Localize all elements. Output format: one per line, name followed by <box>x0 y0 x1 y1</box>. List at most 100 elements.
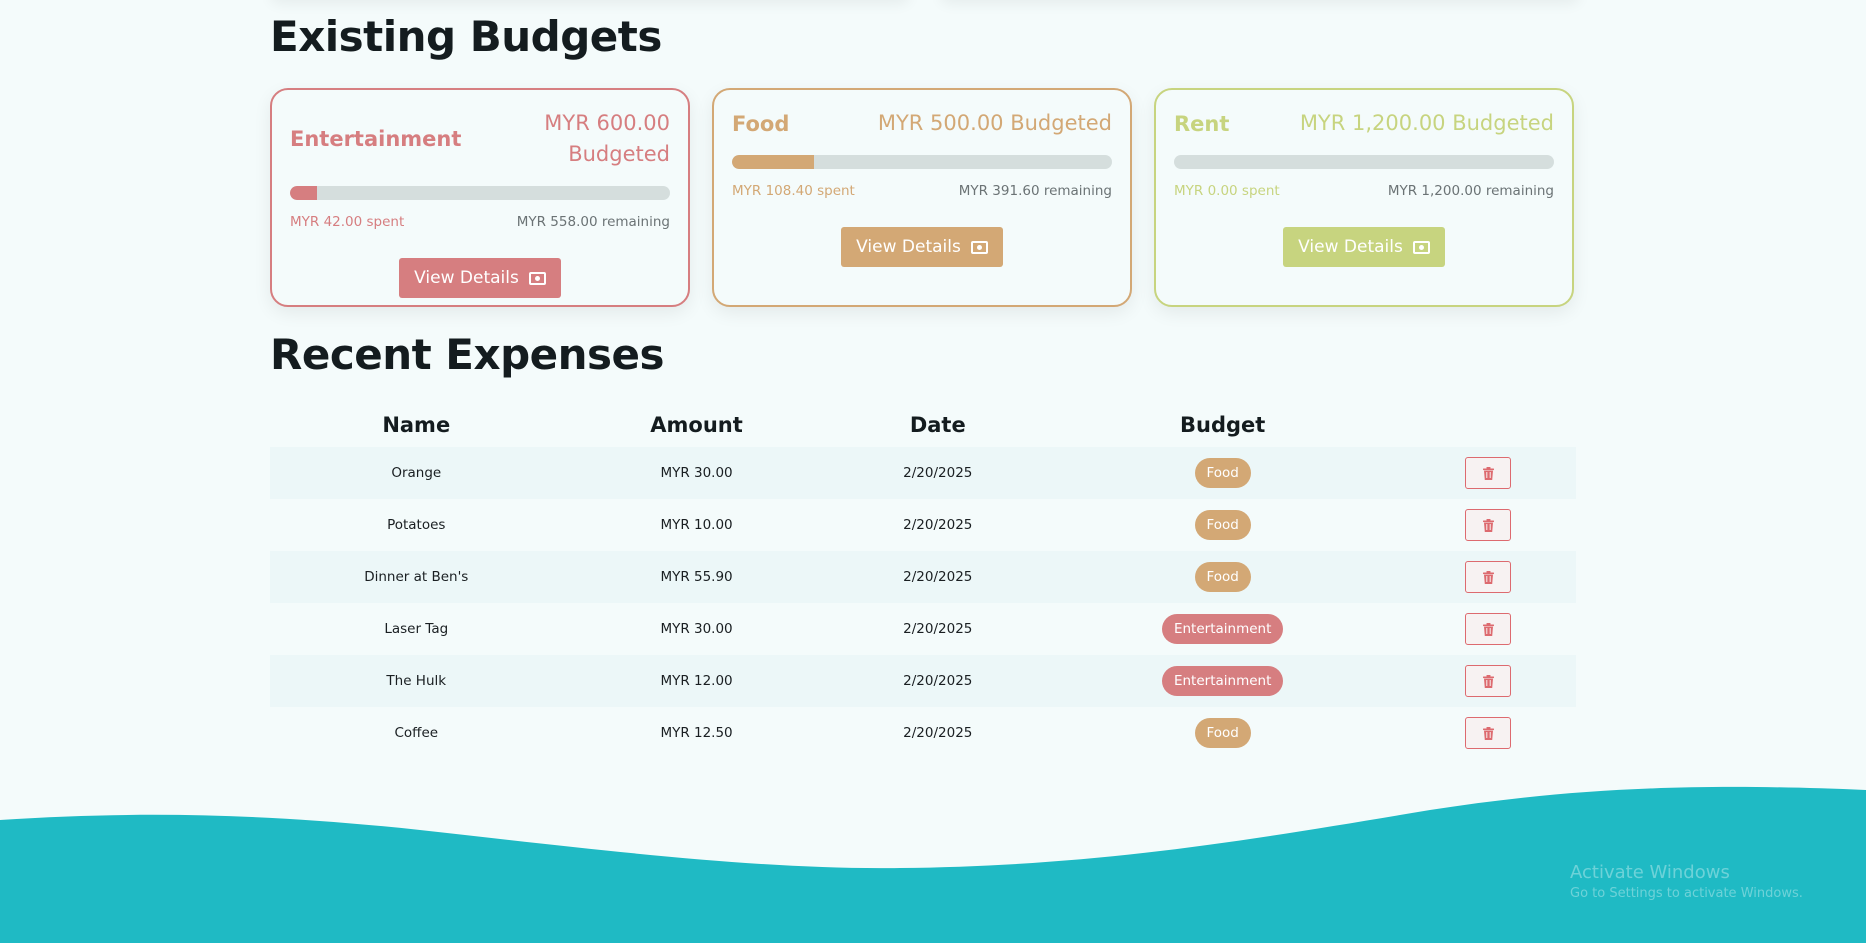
budget-name: Rent <box>1174 111 1230 136</box>
budget-card-header: Entertainment MYR 600.00 Budgeted <box>290 108 670 170</box>
expenses-section-title: Recent Expenses <box>270 330 665 379</box>
expense-budget-cell: Food <box>1044 551 1401 603</box>
expense-name: Laser Tag <box>270 603 563 655</box>
expense-amount: MYR 10.00 <box>562 499 831 551</box>
expenses-table: Name Amount Date Budget Orange MYR 30.00 2… <box>270 403 1576 759</box>
watermark-subtitle: Go to Settings to activate Windows. <box>1570 886 1803 901</box>
expense-budget-cell: Entertainment <box>1044 655 1401 707</box>
expense-action-cell <box>1400 655 1576 707</box>
trash-icon <box>1482 570 1494 584</box>
trash-icon <box>1482 674 1494 688</box>
watermark-title: Activate Windows <box>1570 862 1730 883</box>
expense-date: 2/20/2025 <box>830 603 1045 655</box>
trash-icon <box>1482 622 1494 636</box>
column-header-amount: Amount <box>650 413 743 437</box>
expense-name: Potatoes <box>270 499 563 551</box>
budget-spent: MYR 0.00 spent <box>1174 183 1280 199</box>
column-header-date: Date <box>909 413 966 437</box>
table-row: Orange MYR 30.00 2/20/2025 Food <box>270 447 1576 499</box>
budget-name: Entertainment <box>290 127 462 151</box>
budget-badge[interactable]: Entertainment <box>1161 614 1284 644</box>
cash-icon <box>1412 240 1430 254</box>
expense-budget-cell: Entertainment <box>1044 603 1401 655</box>
footer-wave <box>0 786 1866 943</box>
delete-expense-button[interactable] <box>1465 457 1512 489</box>
budget-name: Food <box>732 111 790 136</box>
delete-expense-button[interactable] <box>1465 613 1512 645</box>
activate-windows-watermark: Activate Windows Go to Settings to activ… <box>1570 862 1803 901</box>
budget-badge[interactable]: Food <box>1194 510 1251 540</box>
expense-action-cell <box>1400 499 1576 551</box>
budget-progress-bar <box>290 186 670 200</box>
expense-amount: MYR 30.00 <box>562 447 831 499</box>
expense-date: 2/20/2025 <box>830 551 1045 603</box>
view-details-button[interactable]: View Details <box>1283 227 1445 267</box>
budget-grid: Entertainment MYR 600.00 Budgeted MYR 42… <box>270 88 1576 307</box>
delete-expense-button[interactable] <box>1465 561 1512 593</box>
view-details-label: View Details <box>1298 237 1403 257</box>
expense-amount: MYR 12.00 <box>562 655 831 707</box>
column-header-budget: Budget <box>1180 413 1266 437</box>
table-row: The Hulk MYR 12.00 2/20/2025 Entertainment <box>270 655 1576 707</box>
expense-action-cell <box>1400 447 1576 499</box>
table-row: Laser Tag MYR 30.00 2/20/2025 Entertainment <box>270 603 1576 655</box>
budget-stats: MYR 108.40 spent MYR 391.60 remaining <box>732 183 1112 199</box>
budget-amount-value: MYR 600.00 <box>544 111 670 135</box>
budget-amount: MYR 1,200.00 Budgeted <box>1299 111 1554 135</box>
column-header-actions <box>1400 403 1576 447</box>
budget-badge[interactable]: Entertainment <box>1161 666 1284 696</box>
expense-name: Coffee <box>270 707 563 759</box>
expense-amount: MYR 12.50 <box>562 707 831 759</box>
budget-card-food: Food MYR 500.00 Budgeted MYR 108.40 spen… <box>712 88 1132 307</box>
expense-action-cell <box>1400 707 1576 759</box>
table-header-row: Name Amount Date Budget <box>270 403 1576 447</box>
page: Existing Budgets Entertainment MYR 600.0… <box>0 0 1866 943</box>
delete-expense-button[interactable] <box>1465 717 1512 749</box>
expense-action-cell <box>1400 603 1576 655</box>
budget-amount-label: Budgeted <box>568 142 670 166</box>
table-row: Dinner at Ben's MYR 55.90 2/20/2025 Food <box>270 551 1576 603</box>
expense-name: Orange <box>270 447 563 499</box>
trash-icon <box>1482 466 1494 480</box>
budgets-section-title: Existing Budgets <box>270 12 662 61</box>
budget-card-header: Rent MYR 1,200.00 Budgeted <box>1174 108 1554 139</box>
budget-badge[interactable]: Food <box>1194 458 1251 488</box>
column-header-name: Name <box>382 413 451 437</box>
expense-budget-cell: Food <box>1044 707 1401 759</box>
budget-remaining: MYR 1,200.00 remaining <box>1387 183 1554 199</box>
expense-date: 2/20/2025 <box>830 447 1045 499</box>
budget-progress-fill <box>732 155 815 169</box>
budget-badge[interactable]: Food <box>1194 718 1251 748</box>
expense-name: Dinner at Ben's <box>270 551 563 603</box>
budget-progress-bar <box>732 155 1112 169</box>
expense-budget-cell: Food <box>1044 499 1401 551</box>
budget-stats: MYR 0.00 spent MYR 1,200.00 remaining <box>1174 183 1554 199</box>
budget-card-entertainment: Entertainment MYR 600.00 Budgeted MYR 42… <box>270 88 690 307</box>
cash-icon <box>970 240 988 254</box>
expense-name: The Hulk <box>270 655 563 707</box>
budget-badge[interactable]: Food <box>1194 562 1251 592</box>
expense-date: 2/20/2025 <box>830 707 1045 759</box>
budget-card-header: Food MYR 500.00 Budgeted <box>732 108 1112 139</box>
expense-budget-cell: Food <box>1044 447 1401 499</box>
budget-remaining: MYR 558.00 remaining <box>516 214 670 230</box>
trash-icon <box>1482 518 1494 532</box>
view-details-label: View Details <box>856 237 961 257</box>
budget-spent: MYR 42.00 spent <box>290 214 405 230</box>
budget-amount: MYR 500.00 Budgeted <box>877 111 1112 135</box>
cash-icon <box>528 271 546 285</box>
delete-expense-button[interactable] <box>1465 509 1512 541</box>
budget-stats: MYR 42.00 spent MYR 558.00 remaining <box>290 214 670 230</box>
budget-progress-fill <box>290 186 317 200</box>
budget-card-rent: Rent MYR 1,200.00 Budgeted MYR 0.00 spen… <box>1154 88 1574 307</box>
table-row: Coffee MYR 12.50 2/20/2025 Food <box>270 707 1576 759</box>
expense-date: 2/20/2025 <box>830 499 1045 551</box>
expense-amount: MYR 55.90 <box>562 551 831 603</box>
view-details-button[interactable]: View Details <box>841 227 1003 267</box>
expense-action-cell <box>1400 551 1576 603</box>
expenses-table-body: Orange MYR 30.00 2/20/2025 Food Potatoes MYR … <box>270 447 1576 759</box>
budget-amount: MYR 600.00 Budgeted <box>500 108 670 170</box>
view-details-button[interactable]: View Details <box>399 258 561 298</box>
delete-expense-button[interactable] <box>1465 665 1512 697</box>
table-row: Potatoes MYR 10.00 2/20/2025 Food <box>270 499 1576 551</box>
